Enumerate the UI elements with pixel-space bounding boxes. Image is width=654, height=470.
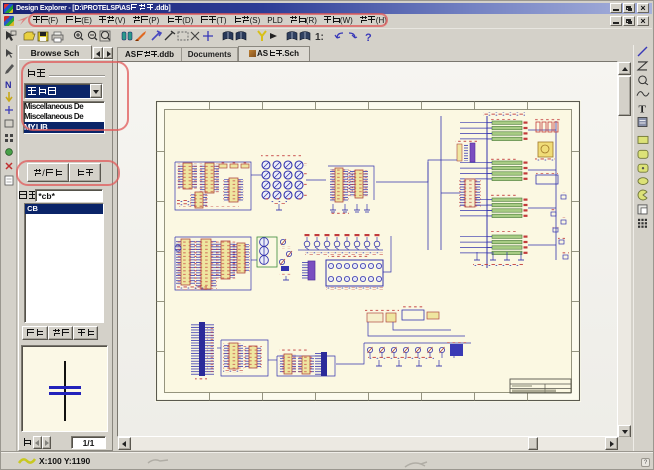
svg-text:T: T [639, 104, 647, 116]
svg-text:?: ? [365, 32, 372, 44]
svg-text:1:: 1: [315, 32, 324, 43]
svg-text:N: N [5, 80, 12, 90]
